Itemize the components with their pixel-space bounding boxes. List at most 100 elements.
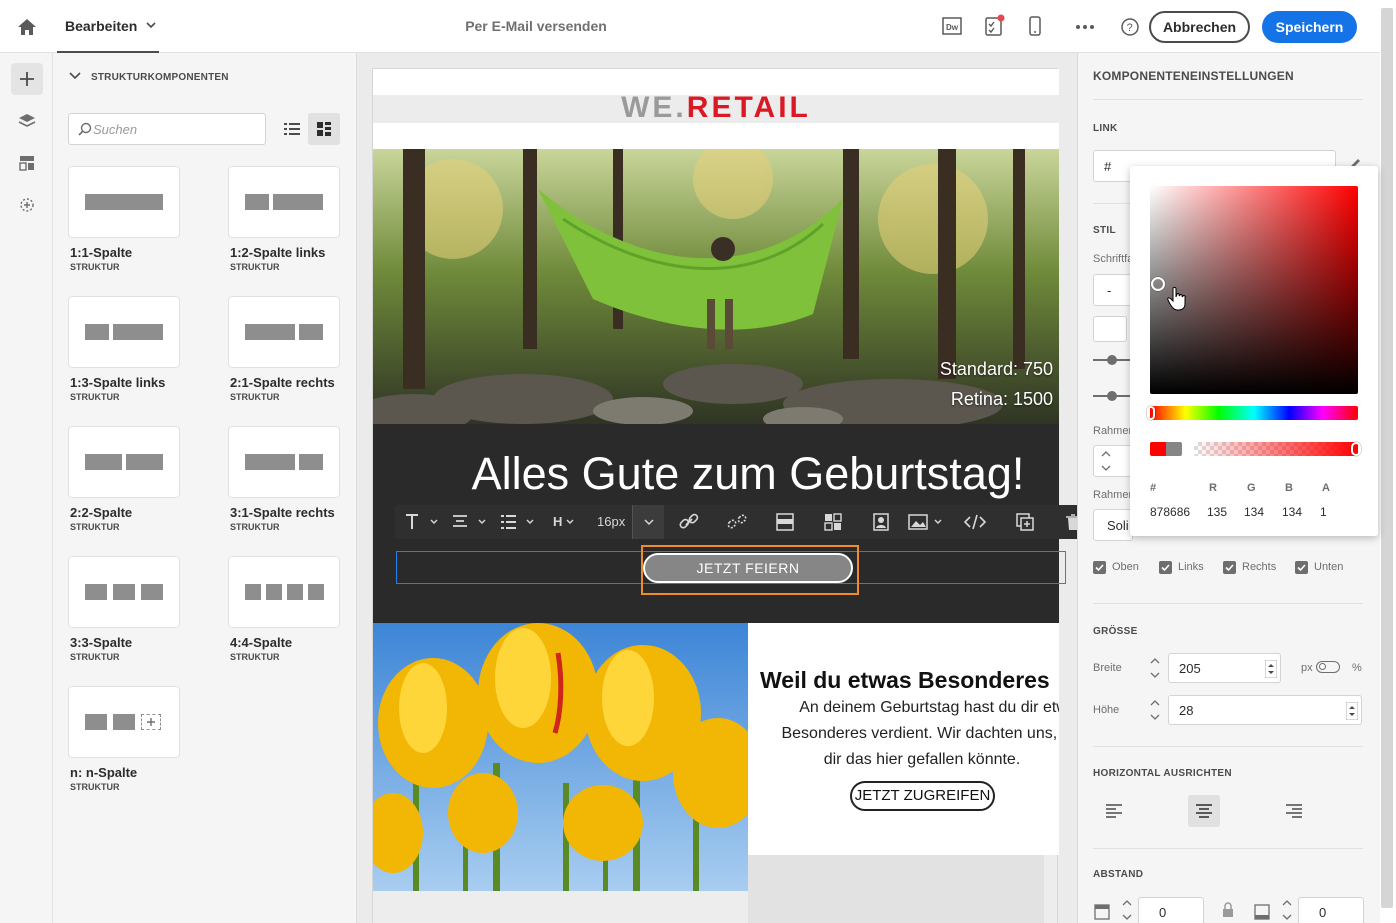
more-icon[interactable] — [1073, 14, 1097, 38]
components-section-label: STRUKTURKOMPONENTEN — [91, 72, 229, 84]
help-icon[interactable]: ? — [1118, 14, 1142, 38]
component-tile-n-n[interactable] — [68, 686, 180, 758]
list-view-icon[interactable] — [278, 115, 306, 143]
component-icon[interactable] — [823, 512, 843, 532]
alpha-slider[interactable] — [1194, 442, 1358, 456]
tile-name: 3:3-Spalte — [70, 635, 133, 650]
unlink-icon[interactable] — [726, 512, 748, 532]
font-select[interactable]: - — [1093, 274, 1133, 306]
checkbox-right[interactable] — [1223, 561, 1236, 574]
edit-tab[interactable]: Bearbeiten — [57, 0, 159, 53]
width-stepper[interactable] — [1144, 653, 1166, 697]
shop-now-button[interactable]: JETZT ZUGREIFEN — [850, 781, 995, 811]
search-input[interactable]: Suchen — [68, 113, 266, 145]
edit-tab-label: Bearbeiten — [65, 18, 138, 34]
alpha-value[interactable]: 1 — [1320, 505, 1327, 519]
height-stepper[interactable] — [1144, 695, 1166, 739]
add-icon[interactable] — [11, 63, 43, 95]
email-canvas: WE.RETAIL Standard: 750 Retina: 1500 All… — [357, 53, 1077, 923]
component-tile-1-1[interactable] — [68, 166, 180, 238]
component-tile-1-2-left[interactable] — [228, 166, 340, 238]
component-tile-2-2[interactable] — [68, 426, 180, 498]
tile-type: STRUKTUR — [70, 652, 120, 662]
align-center-icon[interactable] — [451, 512, 489, 532]
hero-image[interactable]: Standard: 750 Retina: 1500 — [373, 149, 1059, 424]
component-tile-3-1-right[interactable] — [228, 426, 340, 498]
font-size-value[interactable]: 16px — [597, 514, 625, 529]
blue-value[interactable]: 134 — [1282, 505, 1302, 519]
alpha-slider-handle[interactable] — [1351, 442, 1361, 456]
chevron-down-icon — [145, 18, 157, 35]
align-left-icon[interactable] — [1098, 795, 1130, 827]
components-section-header[interactable]: STRUKTURKOMPONENTEN — [69, 71, 229, 84]
fragments-icon[interactable] — [11, 147, 43, 179]
component-tile-2-1-right[interactable] — [228, 296, 340, 368]
layers-icon[interactable] — [11, 105, 43, 137]
component-tile-3-3[interactable] — [68, 556, 180, 628]
unit-percent-label: % — [1352, 662, 1362, 674]
border-stepper[interactable] — [1093, 445, 1133, 477]
slider-handle[interactable] — [1107, 391, 1117, 401]
component-tile-4-4[interactable] — [228, 556, 340, 628]
hue-slider-handle[interactable] — [1147, 406, 1155, 420]
format-toolbar: H 16px — [395, 505, 1097, 539]
home-icon[interactable] — [14, 14, 40, 40]
image-icon[interactable] — [907, 512, 945, 532]
spacing-input[interactable]: 0 — [1138, 897, 1204, 923]
slider-handle[interactable] — [1107, 355, 1117, 365]
border-label: Rahmen — [1093, 425, 1135, 437]
headline: Alles Gute zum Geburtstag! — [471, 448, 1025, 499]
tulips-image[interactable] — [373, 623, 748, 891]
select-parent-icon[interactable] — [775, 512, 795, 532]
height-input[interactable]: 28 — [1168, 695, 1362, 725]
grid-view-icon[interactable] — [308, 113, 340, 145]
mobile-preview-icon[interactable] — [1023, 14, 1047, 38]
checkbox-top-label: Oben — [1112, 561, 1139, 573]
text-section[interactable]: Weil du etwas Besonderes An deinem Gebur… — [748, 623, 1059, 855]
checkbox-bottom[interactable] — [1295, 561, 1308, 574]
width-input[interactable]: 205 — [1168, 653, 1281, 683]
spacing-input[interactable]: 0 — [1298, 897, 1364, 923]
hex-label: # — [1150, 482, 1157, 494]
hue-slider[interactable] — [1150, 406, 1358, 420]
link-icon[interactable] — [678, 512, 700, 532]
checklist-icon[interactable] — [982, 14, 1006, 38]
font-size-dropdown[interactable] — [632, 505, 664, 539]
cancel-button[interactable]: Abbrechen — [1149, 11, 1250, 43]
text-style-icon[interactable] — [403, 512, 441, 532]
border-style-select[interactable]: Soli — [1093, 509, 1133, 541]
red-value[interactable]: 135 — [1207, 505, 1227, 519]
tile-name: 2:2-Spalte — [70, 505, 133, 520]
save-button[interactable]: Speichern — [1262, 11, 1357, 43]
padding-top-icon — [1093, 903, 1111, 921]
color-swatch[interactable] — [1093, 316, 1127, 342]
alpha-label: A — [1322, 482, 1330, 494]
checkbox-left[interactable] — [1159, 561, 1172, 574]
logo-section[interactable]: WE.RETAIL — [373, 69, 1059, 149]
size-section-label: GRÖSSE — [1093, 626, 1138, 637]
scrollbar-thumb[interactable] — [1381, 8, 1393, 908]
celebrate-button[interactable]: JETZT FEIERN — [643, 553, 853, 583]
align-right-icon[interactable] — [1278, 795, 1310, 827]
duplicate-icon[interactable] — [1015, 512, 1035, 532]
html-code-icon[interactable] — [963, 512, 987, 532]
dreamweaver-icon[interactable]: Dw — [940, 14, 964, 38]
personalization-icon[interactable] — [11, 189, 43, 221]
hex-value[interactable]: 878686 — [1150, 505, 1190, 519]
green-value[interactable]: 134 — [1244, 505, 1264, 519]
spacing-stepper[interactable] — [1116, 895, 1138, 923]
personalize-icon[interactable] — [871, 512, 891, 532]
section-title: Weil du etwas Besonderes — [760, 667, 1050, 693]
width-label: Breite — [1093, 662, 1122, 674]
unit-toggle[interactable] — [1316, 661, 1340, 673]
spacing-stepper[interactable] — [1276, 895, 1298, 923]
heading-selector[interactable]: H — [553, 514, 562, 529]
padding-bottom-icon — [1253, 903, 1271, 921]
checkbox-top[interactable] — [1093, 561, 1106, 574]
saturation-value-handle[interactable] — [1151, 277, 1165, 291]
component-tile-1-3-left[interactable] — [68, 296, 180, 368]
align-center-icon[interactable] — [1188, 795, 1220, 827]
lock-icon[interactable] — [1220, 895, 1236, 923]
bulleted-list-icon[interactable] — [499, 512, 537, 532]
green-label: G — [1247, 482, 1256, 494]
